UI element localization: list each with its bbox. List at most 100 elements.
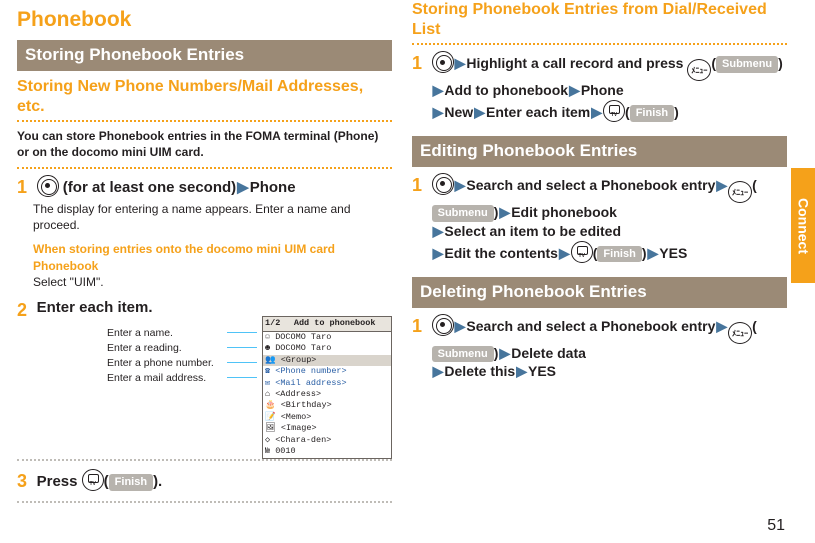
mock-screen: 1/2Add to phonebook ☺ DOCOMO Taro ☻ DOCO…	[262, 316, 392, 459]
nav-key-icon	[37, 175, 59, 197]
paren: )	[778, 55, 783, 71]
step1-subtext: Select "UIM".	[33, 274, 392, 290]
mock-row: № 0010	[263, 446, 391, 457]
nav-key-icon	[432, 51, 454, 73]
finish-pill: Finish	[109, 474, 153, 491]
step-number: 1	[412, 314, 428, 338]
arrow-icon: ▶	[569, 81, 580, 100]
text: Enter each item	[486, 104, 590, 120]
annot-name: Enter a name.	[107, 326, 214, 341]
arrow-icon: ▶	[455, 317, 466, 336]
arrow-icon: ▶	[237, 178, 249, 198]
arrow-icon: ▶	[433, 244, 444, 263]
annotated-screenshot: Enter a name. Enter a reading. Enter a p…	[107, 326, 392, 451]
mock-row: 🖼 <Image>	[263, 423, 391, 434]
text: Add to phonebook	[444, 82, 568, 98]
text: YES	[659, 245, 687, 261]
step-number: 2	[17, 298, 33, 322]
text: Edit the contents	[444, 245, 558, 261]
annot-reading: Enter a reading.	[107, 341, 214, 356]
arrow-icon: ▶	[647, 244, 658, 263]
right-step-3: 1 ▶Search and select a Phonebook entry▶ﾒ…	[412, 314, 787, 382]
section-title: Phonebook	[17, 6, 392, 34]
arrow-icon: ▶	[516, 362, 527, 381]
paren: (	[752, 177, 757, 193]
submenu-pill: Submenu	[716, 56, 778, 73]
submenu-pill: Submenu	[432, 205, 494, 222]
paren: )	[494, 204, 499, 220]
arrow-icon: ▶	[433, 222, 444, 241]
mock-row: ✉ <Mail address>	[263, 378, 391, 389]
menu-key-icon: ﾒﾆｭｰ	[728, 181, 752, 203]
step-number: 1	[17, 175, 33, 199]
arrow-icon: ▶	[474, 103, 485, 122]
step-2: 2 Enter each item. Enter a name. Enter a…	[17, 298, 392, 451]
arrow-icon: ▶	[455, 54, 466, 73]
text: Search and select a Phonebook entry	[466, 177, 715, 193]
subsection-bar-editing: Editing Phonebook Entries	[412, 136, 787, 167]
finish-pill: Finish	[597, 246, 641, 263]
paren: )	[494, 345, 499, 361]
mock-row: 🎂 <Birthday>	[263, 400, 391, 411]
arrow-icon: ▶	[499, 344, 510, 363]
nav-key-icon	[432, 314, 454, 336]
nav-key-icon	[432, 173, 454, 195]
camera-key-icon	[571, 241, 593, 263]
menu-key-icon: ﾒﾆｭｰ	[687, 59, 711, 81]
submenu-pill: Submenu	[432, 346, 494, 363]
mock-row: ☻ DOCOMO Taro	[263, 343, 391, 354]
mock-row: ☺ DOCOMO Taro	[263, 332, 391, 343]
page-number: 51	[767, 515, 785, 537]
text: YES	[528, 363, 556, 379]
camera-key-icon	[603, 100, 625, 122]
step-1: 1 (for at least one second)▶Phone The di…	[17, 175, 392, 290]
arrow-icon: ▶	[433, 362, 444, 381]
step-number: 3	[17, 469, 33, 493]
text: Search and select a Phonebook entry	[466, 318, 715, 334]
arrow-icon: ▶	[433, 81, 444, 100]
subsection-bar-deleting: Deleting Phonebook Entries	[412, 277, 787, 308]
divider	[17, 501, 392, 503]
text: Edit phonebook	[511, 204, 617, 220]
mock-row: ◇ <Chara-den>	[263, 435, 391, 446]
step-3: 3 Press (Finish).	[17, 469, 392, 493]
heading-store-from-list: Storing Phonebook Entries from Dial/Rece…	[412, 0, 787, 45]
step-number: 1	[412, 51, 428, 75]
paren: (	[752, 318, 757, 334]
mock-title: 1/2Add to phonebook	[263, 317, 391, 331]
step1-text: (for at least one second)	[59, 179, 237, 196]
camera-key-icon	[82, 469, 104, 491]
right-step-1: 1 ▶Highlight a call record and press ﾒﾆｭ…	[412, 51, 787, 122]
subsection-bar-storing: Storing Phonebook Entries	[17, 40, 392, 71]
arrow-icon: ▶	[559, 244, 570, 263]
text: Select an item to be edited	[444, 223, 621, 239]
text: Delete this	[444, 363, 515, 379]
paren-open: (	[104, 473, 109, 490]
text: Phone	[581, 82, 624, 98]
text: Highlight a call record and press	[466, 55, 687, 71]
mock-row: 👥 <Group>	[263, 355, 391, 366]
mock-row: 📝 <Memo>	[263, 412, 391, 423]
right-step-2: 1 ▶Search and select a Phonebook entry▶ﾒ…	[412, 173, 787, 263]
intro-text: You can store Phonebook entries in the F…	[17, 128, 392, 168]
arrow-icon: ▶	[433, 103, 444, 122]
heading-storing-new: Storing New Phone Numbers/Mail Addresses…	[17, 77, 392, 122]
step1-subtitle: When storing entries onto the docomo min…	[33, 241, 392, 273]
step-number: 1	[412, 173, 428, 197]
side-tab-connect: Connect	[791, 168, 815, 283]
paren: )	[674, 104, 679, 120]
step3-press: Press	[37, 473, 82, 490]
menu-key-icon: ﾒﾆｭｰ	[728, 322, 752, 344]
text: Delete data	[511, 345, 586, 361]
divider	[17, 459, 392, 461]
arrow-icon: ▶	[716, 176, 727, 195]
arrow-icon: ▶	[591, 103, 602, 122]
arrow-icon: ▶	[455, 176, 466, 195]
step1-note: The display for entering a name appears.…	[33, 201, 392, 233]
arrow-icon: ▶	[499, 203, 510, 222]
step2-text: Enter each item.	[37, 298, 392, 318]
mock-row: ⌂ <Address>	[263, 389, 391, 400]
text: New	[444, 104, 473, 120]
paren-close: ).	[153, 473, 162, 490]
mock-row: ☎ <Phone number>	[263, 366, 391, 377]
